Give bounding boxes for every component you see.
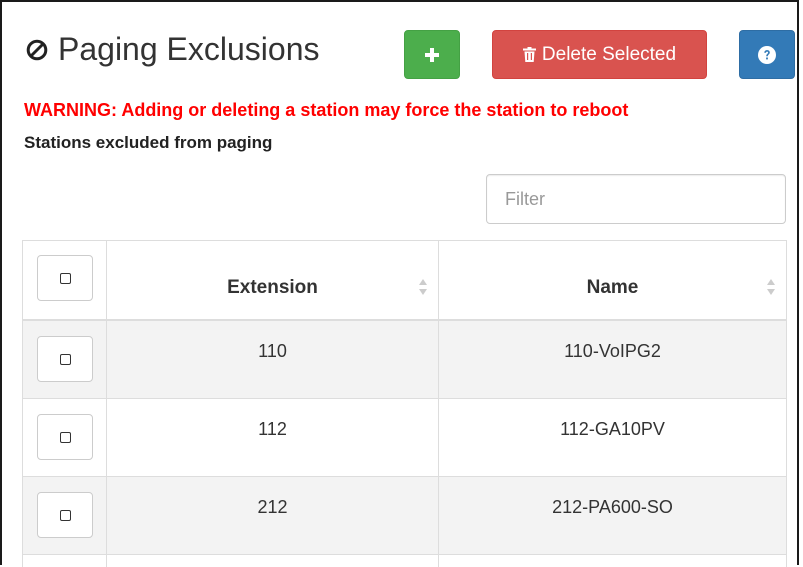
delete-selected-button[interactable]: Delete Selected bbox=[492, 30, 707, 79]
table-row: 212 212-PA600-SO bbox=[23, 477, 786, 555]
question-circle-icon bbox=[758, 45, 776, 64]
name-value: 112-GA10PV bbox=[560, 419, 665, 439]
header-checkbox-cell bbox=[23, 241, 107, 319]
add-station-button[interactable] bbox=[404, 30, 460, 79]
help-button[interactable] bbox=[739, 30, 795, 79]
trailing-cell bbox=[23, 555, 107, 567]
checkbox-box bbox=[59, 272, 71, 284]
column-label-name: Name bbox=[586, 277, 639, 298]
delete-selected-label: Delete Selected bbox=[541, 43, 677, 65]
extension-cell: 212 bbox=[107, 477, 439, 554]
row-checkbox[interactable] bbox=[37, 492, 93, 538]
exclusions-table: Extension Name 110 110-VoIPG2 112 112-GA… bbox=[22, 240, 787, 567]
name-cell: 112-GA10PV bbox=[439, 399, 786, 476]
row-checkbox-cell bbox=[23, 321, 107, 398]
column-header-extension[interactable]: Extension bbox=[107, 241, 439, 319]
ban-icon bbox=[26, 39, 48, 61]
page-title: Paging Exclusions bbox=[58, 31, 320, 67]
column-header-name[interactable]: Name bbox=[439, 241, 786, 319]
extension-cell: 112 bbox=[107, 399, 439, 476]
extension-value: 110 bbox=[258, 341, 287, 361]
checkbox-box bbox=[59, 431, 71, 443]
plus-icon bbox=[425, 47, 439, 62]
table-trailing-row bbox=[23, 555, 786, 567]
row-checkbox-cell bbox=[23, 477, 107, 554]
extension-value: 112 bbox=[258, 419, 287, 439]
name-cell: 110-VoIPG2 bbox=[439, 321, 786, 398]
table-row: 110 110-VoIPG2 bbox=[23, 321, 786, 399]
name-value: 110-VoIPG2 bbox=[564, 341, 661, 361]
table-header: Extension Name bbox=[23, 241, 786, 321]
name-cell: 212-PA600-SO bbox=[439, 477, 786, 554]
row-checkbox[interactable] bbox=[37, 336, 93, 382]
section-subtitle: Stations excluded from paging bbox=[24, 133, 273, 152]
trash-icon bbox=[522, 47, 536, 62]
checkbox-box bbox=[59, 509, 71, 521]
reboot-warning: WARNING: Adding or deleting a station ma… bbox=[24, 100, 629, 120]
sort-icon bbox=[767, 279, 775, 295]
extension-cell: 110 bbox=[107, 321, 439, 398]
column-label-extension: Extension bbox=[227, 277, 318, 298]
trailing-cell bbox=[439, 555, 786, 567]
checkbox-box bbox=[59, 353, 71, 365]
row-checkbox[interactable] bbox=[37, 414, 93, 460]
table-row: 112 112-GA10PV bbox=[23, 399, 786, 477]
row-checkbox-cell bbox=[23, 399, 107, 476]
name-value: 212-PA600-SO bbox=[552, 497, 673, 517]
trailing-cell bbox=[107, 555, 439, 567]
sort-icon bbox=[419, 279, 427, 295]
filter-input[interactable] bbox=[486, 174, 786, 224]
select-all-checkbox[interactable] bbox=[37, 255, 93, 301]
extension-value: 212 bbox=[257, 497, 288, 517]
